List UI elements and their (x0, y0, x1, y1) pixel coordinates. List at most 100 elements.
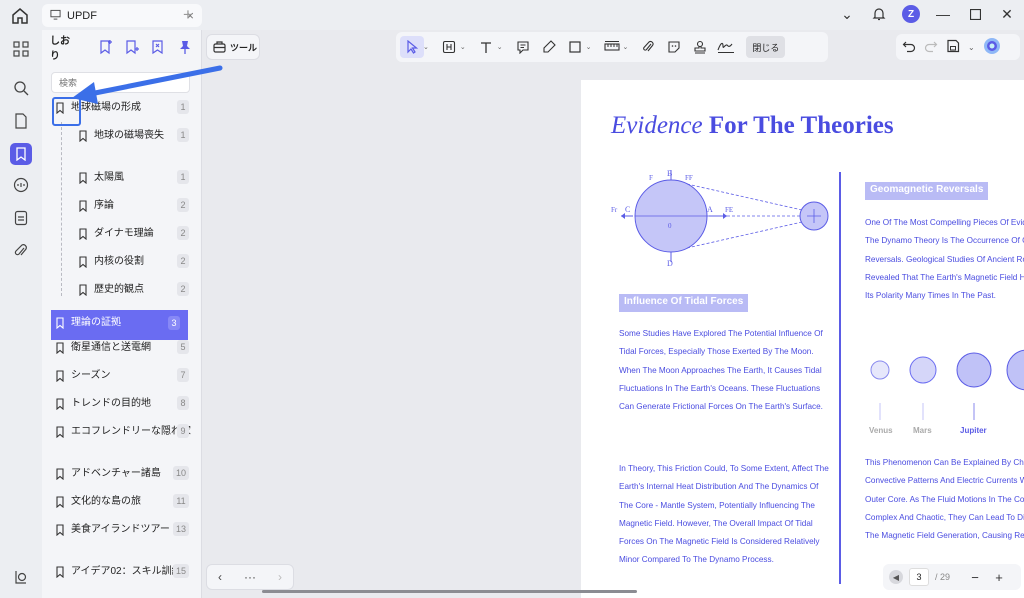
bookmark-item[interactable]: シーズン 7 (51, 368, 197, 396)
page-number-input[interactable]: 3 (909, 568, 929, 586)
text-icon[interactable] (474, 36, 498, 58)
pin-icon[interactable] (177, 38, 193, 56)
tutorial-arrow-icon (72, 65, 223, 104)
chevron-down-icon[interactable]: ⌄ (423, 43, 429, 51)
title-bold: For The Theories (708, 112, 894, 139)
tab-label: UPDF (67, 9, 97, 22)
stamp-icon[interactable] (688, 36, 712, 58)
grid-icon[interactable] (10, 38, 32, 60)
horizontal-scrollbar[interactable] (262, 590, 637, 593)
bookmark-item[interactable]: 序論 2 (51, 198, 197, 226)
shape-icon[interactable] (563, 36, 587, 58)
note-icon[interactable] (511, 36, 535, 58)
monitor-icon (50, 9, 61, 23)
chevron-down-icon[interactable]: ⌄ (838, 5, 856, 23)
bookmark-page-number: 10 (173, 466, 189, 480)
chevron-down-icon[interactable]: ⌄ (497, 43, 503, 51)
avatar[interactable]: Z (902, 5, 920, 23)
page-title: Evidence For The Theories (611, 112, 894, 140)
bookmark-icon (79, 228, 87, 240)
add-child-bookmark-icon[interactable] (124, 38, 140, 56)
bookmark-item[interactable]: エコフレンドリーな隠れ家 9 (51, 424, 197, 466)
planet-label-venus: Venus (869, 426, 893, 435)
bookmark-page-number: 13 (173, 522, 189, 536)
bell-icon[interactable] (870, 5, 888, 23)
bookmark-item[interactable]: アイデア02：スキル訓練 15 (51, 564, 197, 594)
comment-icon[interactable] (10, 174, 32, 196)
bookmark-item[interactable]: ダイナモ理論 2 (51, 226, 197, 254)
minimize-icon[interactable]: — (934, 5, 952, 23)
attachment-icon[interactable] (10, 240, 32, 262)
add-bookmark-icon[interactable] (97, 38, 113, 56)
title-italic: Evidence (611, 112, 703, 139)
sticker-icon[interactable] (662, 36, 686, 58)
bookmark-icon (56, 342, 64, 354)
planet-size-diagram (870, 349, 1024, 420)
bookmark-item[interactable]: トレンドの目的地 8 (51, 396, 197, 424)
text-box-icon[interactable] (437, 36, 461, 58)
bottom-nav: ‹ ··· › (206, 564, 294, 590)
bookmark-item[interactable]: 衛星通信と送電網 5 (51, 340, 197, 368)
bookmark-item[interactable]: 内核の役割 2 (51, 254, 197, 282)
signature-icon[interactable] (714, 36, 738, 58)
bookmark-icon (56, 566, 64, 578)
bookmark-item[interactable]: 文化的な島の旅 11 (51, 494, 197, 522)
bookmark-icon (56, 317, 64, 329)
highlighter-icon[interactable] (537, 36, 561, 58)
page-icon[interactable] (10, 110, 32, 132)
diagram-label-c: C (625, 205, 630, 214)
search-icon[interactable] (10, 77, 32, 99)
chevron-down-icon[interactable]: ⌄ (623, 43, 629, 51)
undo-icon[interactable] (902, 39, 916, 56)
bookmark-item[interactable]: 理論の証拠 3 (51, 310, 188, 340)
bookmark-item[interactable]: アドベンチャー諸島 10 (51, 466, 197, 494)
maximize-icon[interactable] (966, 5, 984, 23)
bookmark-item[interactable]: 歴史的観点 2 (51, 282, 197, 310)
measure-icon[interactable] (600, 36, 624, 58)
bookmark-page-number: 3 (168, 316, 180, 330)
diagram-label-ff: FF (685, 174, 693, 182)
new-tab-button[interactable]: + (183, 5, 193, 25)
bookmark-item[interactable]: 地球の磁場喪失 1 (51, 128, 197, 170)
diagram-label-f: F (649, 174, 653, 182)
close-icon[interactable]: ✕ (998, 5, 1016, 23)
layers-icon[interactable] (10, 566, 32, 588)
select-cursor-icon[interactable] (400, 36, 424, 58)
remove-bookmark-icon[interactable] (150, 38, 166, 56)
bookmark-icon (56, 398, 64, 410)
close-toolbar-button[interactable]: 閉じる (746, 36, 786, 58)
zoom-out-icon[interactable]: − (966, 568, 984, 586)
chevron-down-icon[interactable]: ⌄ (460, 43, 466, 51)
chevron-right-icon[interactable]: › (278, 570, 282, 584)
chevron-left-icon[interactable]: ‹ (218, 570, 222, 584)
home-icon[interactable] (10, 6, 30, 26)
diagram-label-d: D (667, 259, 673, 268)
title-bar: UPDF × + ⌄ Z — ✕ (0, 0, 1024, 30)
zoom-in-icon[interactable]: + (990, 568, 1008, 586)
tools-button[interactable]: ツール (206, 34, 260, 60)
document-page: Evidence For The Theories B C D A 0 Fr F… (581, 80, 1024, 598)
more-button[interactable]: ··· (244, 570, 256, 584)
form-icon[interactable] (10, 207, 32, 229)
chevron-down-icon[interactable]: ⌄ (968, 43, 975, 52)
ai-assistant-icon[interactable] (983, 37, 1001, 58)
diagram-label-fr: Fr (611, 206, 618, 214)
bookmark-item[interactable]: 太陽風 1 (51, 170, 197, 198)
bookmark-panel-header: しおり (42, 30, 201, 64)
paperclip-icon[interactable] (636, 36, 660, 58)
tidal-force-diagram: B C D A 0 Fr FE FF F (611, 169, 829, 268)
bookmark-page-number: 8 (177, 396, 189, 410)
diagram-label-fe: FE (725, 206, 733, 214)
document-tab[interactable]: UPDF × (42, 4, 202, 27)
bookmark-icon (79, 130, 87, 142)
geomagnetic-reversals-paragraph-1: One Of The Most Compelling Pieces Of Evi… (865, 218, 1024, 301)
bookmark-icon (79, 172, 87, 184)
bookmark-panel-icon[interactable] (10, 143, 32, 165)
redo-icon[interactable] (924, 39, 938, 56)
previous-page-icon[interactable]: ◀ (889, 570, 903, 584)
chevron-down-icon[interactable]: ⌄ (586, 43, 592, 51)
planet-label-mars: Mars (913, 426, 932, 435)
save-icon[interactable] (946, 39, 960, 56)
bookmark-item[interactable]: 美食アイランドツアー 13 (51, 522, 197, 564)
tools-label: ツール (230, 42, 258, 53)
